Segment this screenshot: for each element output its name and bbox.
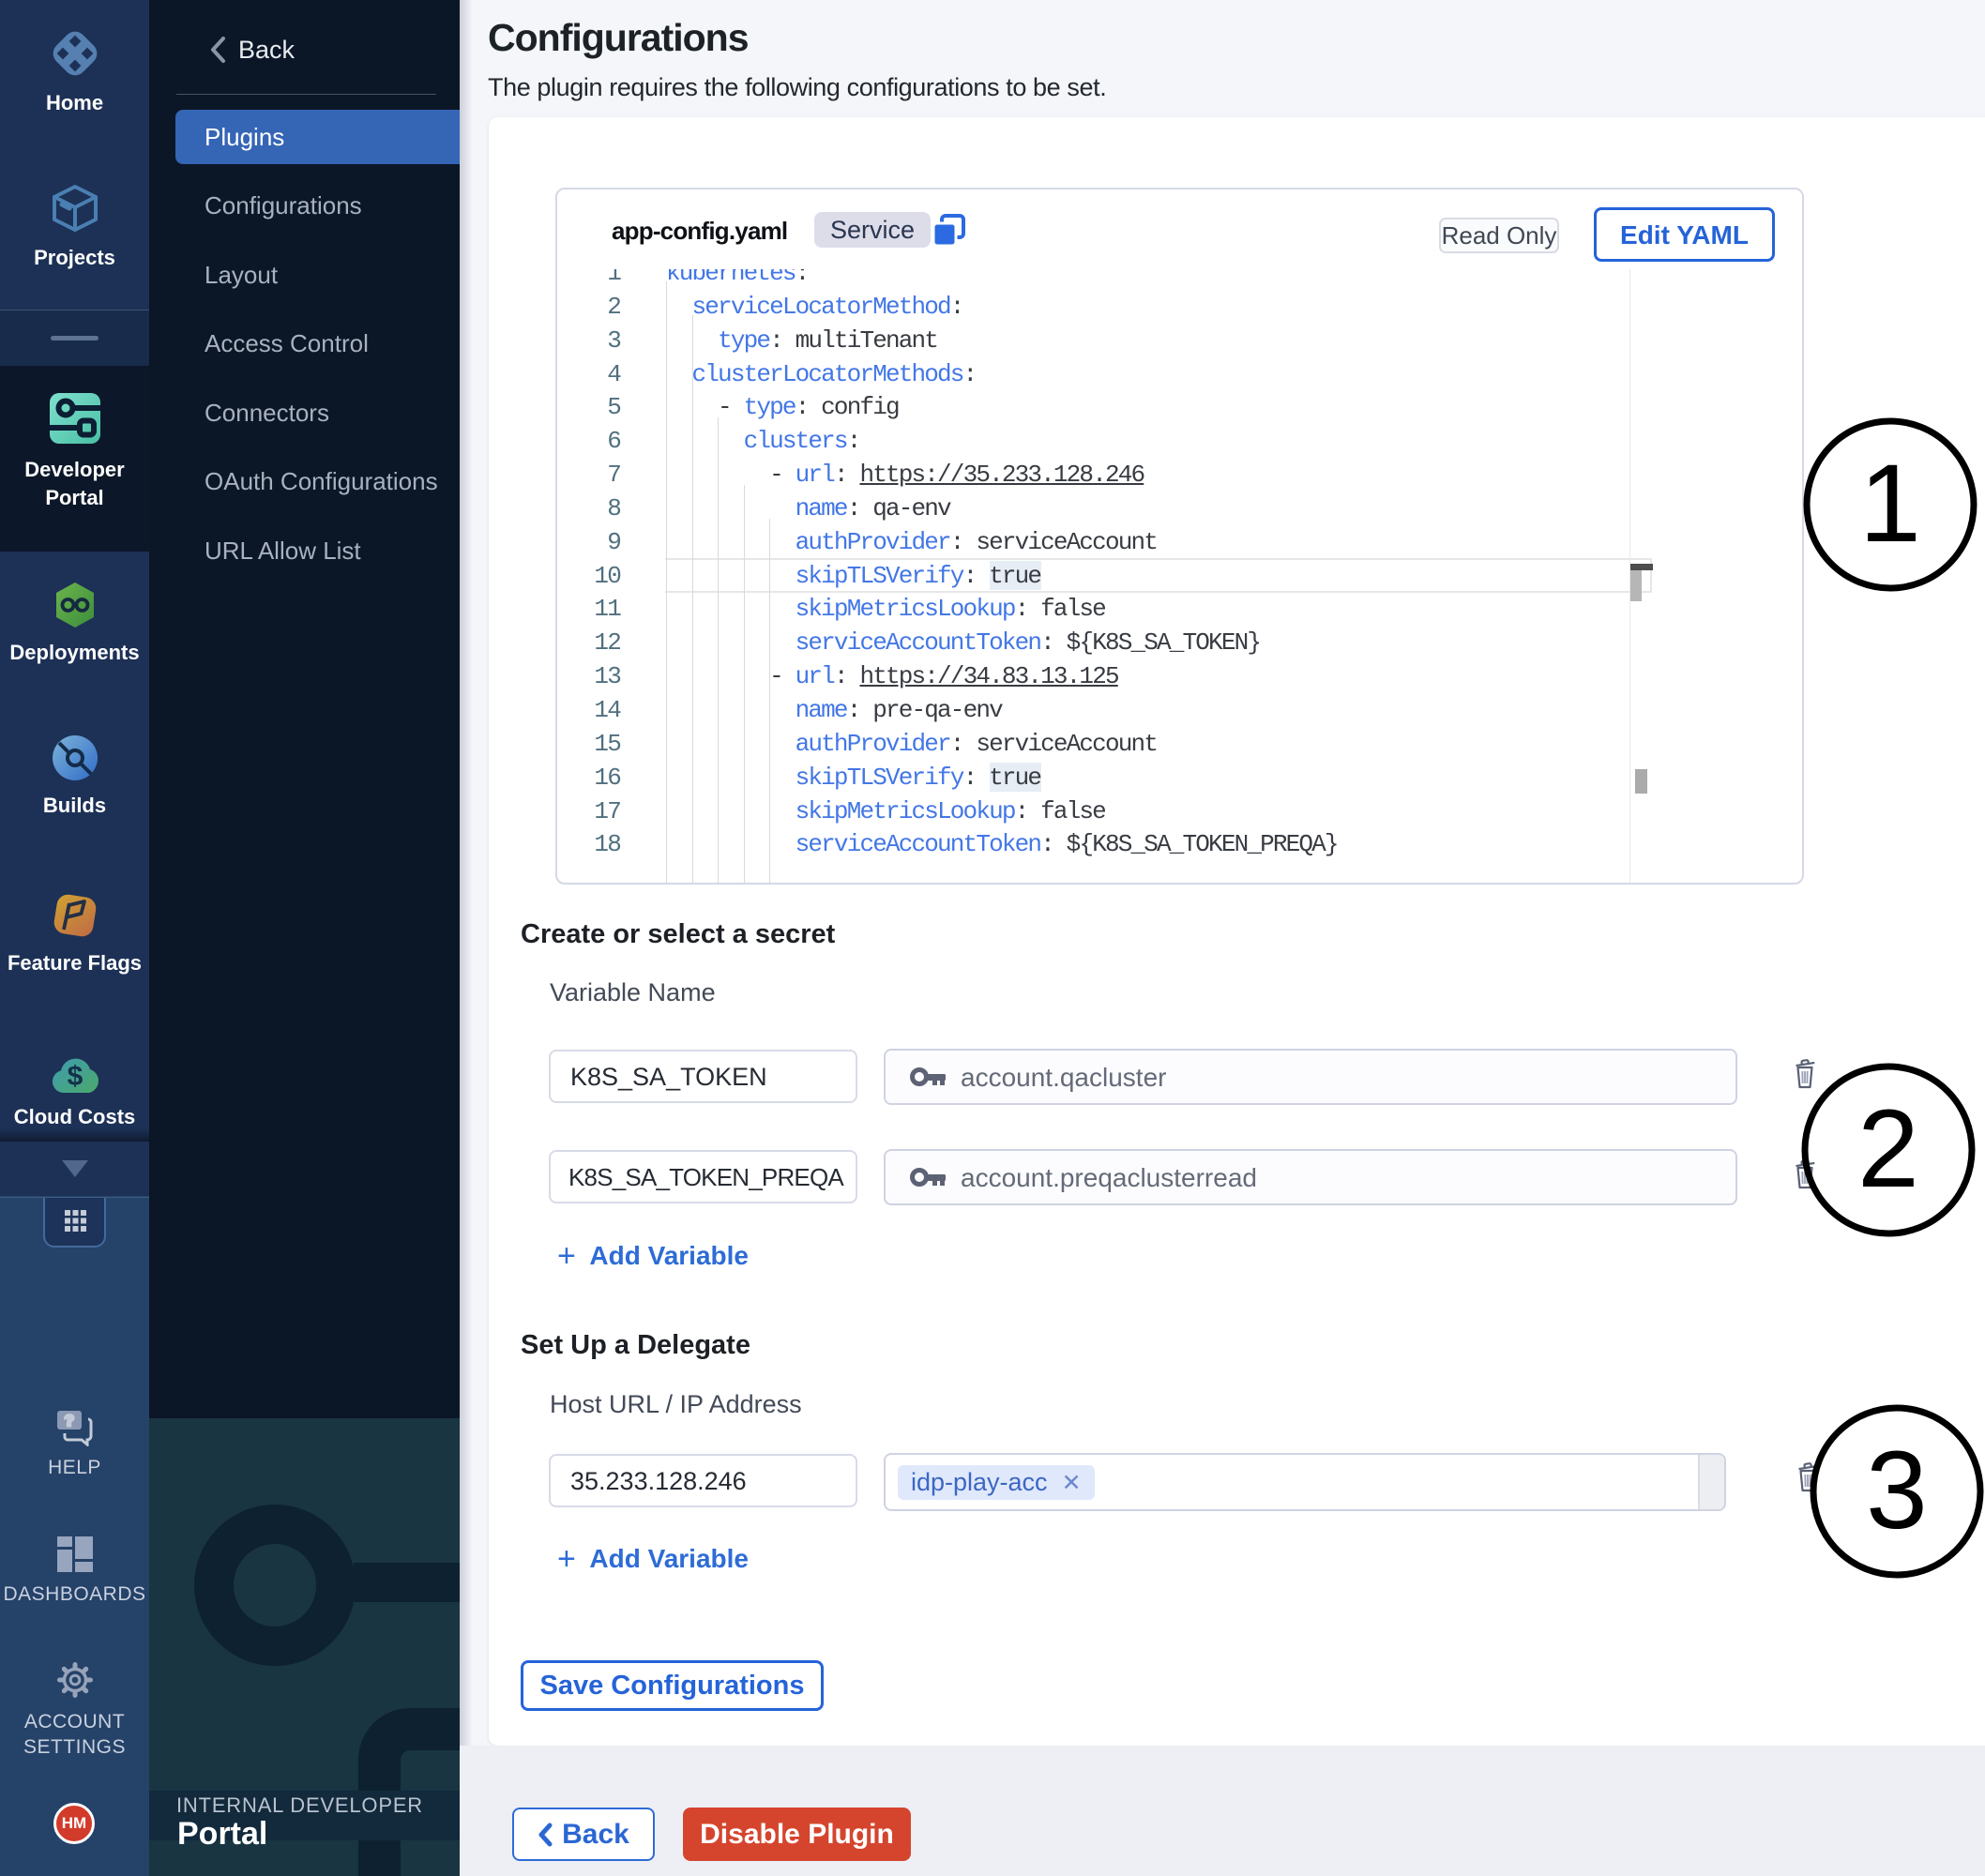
- svg-text:?: ?: [64, 1412, 73, 1430]
- svg-text:1: 1: [1859, 442, 1921, 566]
- svg-text:2: 2: [1857, 1087, 1919, 1211]
- svg-text:3: 3: [1866, 1429, 1928, 1552]
- svg-text:$: $: [67, 1061, 83, 1092]
